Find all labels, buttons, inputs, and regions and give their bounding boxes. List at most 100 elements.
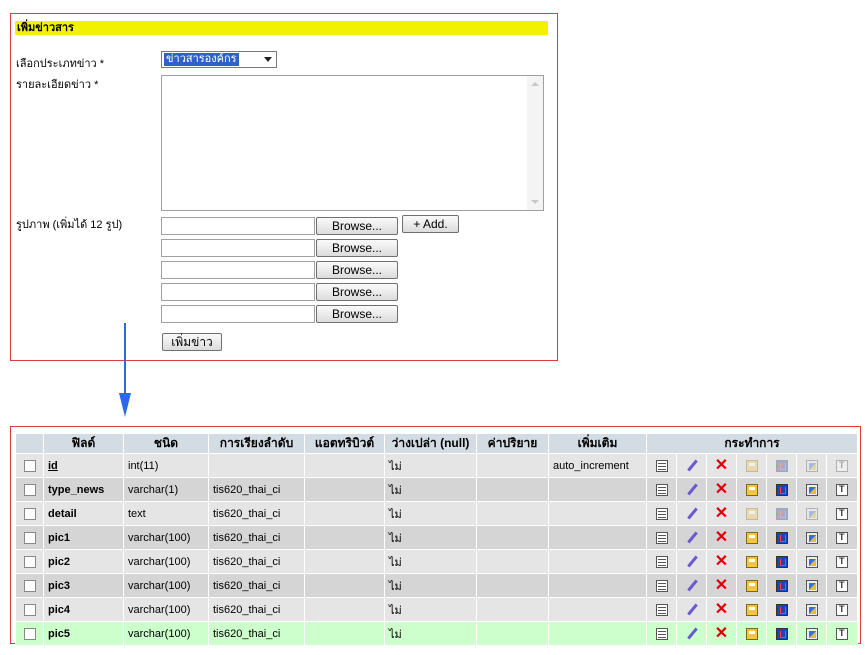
row-checkbox-box[interactable] — [23, 483, 36, 496]
action-cell[interactable] — [825, 501, 859, 526]
col-header-field[interactable]: ฟิลด์ — [43, 433, 124, 454]
primary-key-icon[interactable] — [745, 507, 758, 520]
drop-icon[interactable]: ✕ — [715, 553, 728, 569]
edit-icon[interactable] — [686, 460, 698, 472]
index-icon[interactable] — [805, 579, 818, 592]
row-checkbox[interactable] — [15, 501, 44, 526]
action-cell[interactable] — [676, 573, 707, 598]
action-cell[interactable] — [796, 453, 827, 478]
edit-icon[interactable] — [686, 508, 698, 520]
row-checkbox-box[interactable] — [23, 579, 36, 592]
col-header-type[interactable]: ชนิด — [123, 433, 209, 454]
index-icon[interactable] — [805, 603, 818, 616]
action-cell[interactable] — [646, 573, 677, 598]
action-cell[interactable] — [766, 501, 797, 526]
action-cell[interactable] — [646, 453, 677, 478]
add-image-button[interactable]: + Add. — [402, 215, 459, 233]
action-cell[interactable] — [766, 453, 797, 478]
textarea-scrollbar[interactable] — [527, 76, 543, 210]
action-cell[interactable] — [796, 621, 827, 646]
drop-icon[interactable]: ✕ — [715, 457, 728, 473]
drop-icon[interactable]: ✕ — [715, 601, 728, 617]
action-cell[interactable] — [676, 597, 707, 622]
image-file-input-2[interactable] — [161, 239, 315, 257]
drop-icon[interactable]: ✕ — [715, 505, 728, 521]
index-icon[interactable] — [805, 459, 818, 472]
primary-key-icon[interactable] — [745, 627, 758, 640]
unique-icon[interactable] — [775, 459, 788, 472]
col-header-collation[interactable]: การเรียงลำดับ — [208, 433, 305, 454]
table-row[interactable]: type_news varchar(1) tis620_thai_ci ไม่ ✕ — [15, 477, 859, 502]
action-cell[interactable]: ✕ — [706, 621, 737, 646]
browse-icon[interactable] — [655, 459, 668, 472]
action-cell[interactable] — [736, 597, 767, 622]
primary-key-icon[interactable] — [745, 603, 758, 616]
row-checkbox-box[interactable] — [23, 459, 36, 472]
fulltext-icon[interactable] — [836, 483, 849, 496]
action-cell[interactable]: ✕ — [706, 525, 737, 550]
unique-icon[interactable] — [775, 627, 788, 640]
drop-icon[interactable]: ✕ — [715, 481, 728, 497]
action-cell[interactable] — [766, 597, 797, 622]
action-cell[interactable] — [766, 621, 797, 646]
col-header-extra[interactable]: เพิ่มเติม — [548, 433, 647, 454]
primary-key-icon[interactable] — [745, 483, 758, 496]
browse-button-2[interactable]: Browse... — [316, 239, 398, 257]
edit-icon[interactable] — [686, 532, 698, 544]
action-cell[interactable] — [766, 573, 797, 598]
browse-icon[interactable] — [655, 603, 668, 616]
unique-icon[interactable] — [775, 531, 788, 544]
browse-button-3[interactable]: Browse... — [316, 261, 398, 279]
drop-icon[interactable]: ✕ — [715, 529, 728, 545]
action-cell[interactable] — [796, 549, 827, 574]
row-checkbox-box[interactable] — [23, 555, 36, 568]
index-icon[interactable] — [805, 555, 818, 568]
table-row[interactable]: pic1 varchar(100) tis620_thai_ci ไม่ ✕ — [15, 525, 859, 550]
browse-icon[interactable] — [655, 627, 668, 640]
submit-news-button[interactable]: เพิ่มข่าว — [162, 333, 222, 351]
image-file-input-4[interactable] — [161, 283, 315, 301]
browse-button-4[interactable]: Browse... — [316, 283, 398, 301]
action-cell[interactable] — [646, 501, 677, 526]
row-checkbox-box[interactable] — [23, 531, 36, 544]
action-cell[interactable] — [676, 453, 707, 478]
col-header-default[interactable]: ค่าปริยาย — [476, 433, 549, 454]
primary-key-icon[interactable] — [745, 459, 758, 472]
action-cell[interactable] — [646, 597, 677, 622]
browse-icon[interactable] — [655, 483, 668, 496]
action-cell[interactable]: ✕ — [706, 597, 737, 622]
action-cell[interactable] — [736, 477, 767, 502]
action-cell[interactable] — [646, 549, 677, 574]
action-cell[interactable]: ✕ — [706, 501, 737, 526]
index-icon[interactable] — [805, 627, 818, 640]
action-cell[interactable] — [736, 573, 767, 598]
col-header-attributes[interactable]: แอตทริบิวต์ — [304, 433, 385, 454]
primary-key-icon[interactable] — [745, 555, 758, 568]
action-cell[interactable] — [766, 525, 797, 550]
action-cell[interactable] — [736, 453, 767, 478]
row-checkbox[interactable] — [15, 453, 44, 478]
action-cell[interactable] — [646, 621, 677, 646]
browse-icon[interactable] — [655, 507, 668, 520]
action-cell[interactable] — [676, 525, 707, 550]
action-cell[interactable] — [736, 549, 767, 574]
fulltext-icon[interactable] — [836, 603, 849, 616]
edit-icon[interactable] — [686, 556, 698, 568]
browse-button-5[interactable]: Browse... — [316, 305, 398, 323]
fulltext-icon[interactable] — [836, 579, 849, 592]
action-cell[interactable] — [796, 477, 827, 502]
unique-icon[interactable] — [775, 507, 788, 520]
action-cell[interactable] — [796, 525, 827, 550]
unique-icon[interactable] — [775, 555, 788, 568]
table-row[interactable]: pic3 varchar(100) tis620_thai_ci ไม่ ✕ — [15, 573, 859, 598]
category-select[interactable]: ข่าวสารองค์กร — [161, 51, 277, 68]
action-cell[interactable] — [676, 501, 707, 526]
image-file-input-5[interactable] — [161, 305, 315, 323]
image-file-input-1[interactable] — [161, 217, 315, 235]
table-row[interactable]: pic5 varchar(100) tis620_thai_ci ไม่ ✕ — [15, 621, 859, 646]
action-cell[interactable] — [825, 621, 859, 646]
action-cell[interactable]: ✕ — [706, 477, 737, 502]
edit-icon[interactable] — [686, 484, 698, 496]
fulltext-icon[interactable] — [836, 531, 849, 544]
index-icon[interactable] — [805, 507, 818, 520]
